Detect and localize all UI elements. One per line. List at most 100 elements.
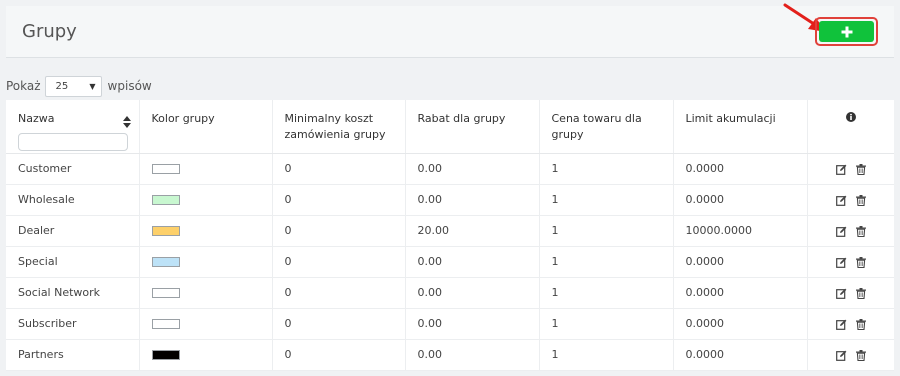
group-price: 1: [539, 339, 674, 371]
group-name: Dealer: [6, 215, 140, 247]
groups-table: Nazwa Kolor grupy Minimalny koszt zamówi…: [6, 100, 894, 371]
column-header-limit: Limit akumulacji: [673, 100, 808, 154]
color-swatch: [151, 226, 180, 236]
group-limit: 0.0000: [673, 153, 808, 185]
group-name: Partners: [6, 339, 140, 371]
group-limit: 10000.0000: [673, 215, 808, 247]
group-name: Wholesale: [6, 184, 140, 216]
column-header-price: Cena towaru dla grupy: [539, 100, 674, 154]
column-header-color: Kolor grupy: [139, 100, 273, 154]
group-price: 1: [539, 308, 674, 340]
page-header: Grupy: [6, 6, 894, 58]
group-color-cell: [139, 339, 273, 371]
row-actions: [807, 339, 894, 371]
page-length-control: Pokaż 25 ▼ wpisów: [6, 75, 152, 97]
group-min-order: 0: [272, 215, 406, 247]
column-header-min-order: Minimalny koszt zamówienia grupy: [272, 100, 406, 154]
group-name: Special: [6, 246, 140, 278]
trash-icon[interactable]: [856, 349, 866, 361]
table-row: Customer 0 0.00 1 0.0000: [6, 153, 894, 185]
color-swatch: [151, 257, 180, 267]
edit-icon[interactable]: [835, 164, 847, 175]
group-discount: 0.00: [405, 277, 540, 309]
group-min-order: 0: [272, 246, 406, 278]
page-length-value: 25: [55, 80, 69, 92]
group-min-order: 0: [272, 184, 406, 216]
group-color-cell: [139, 308, 273, 340]
length-prefix: Pokaż: [6, 79, 41, 93]
group-limit: 0.0000: [673, 277, 808, 309]
page-title: Grupy: [22, 21, 77, 42]
row-actions: [807, 308, 894, 340]
group-min-order: 0: [272, 153, 406, 185]
table-header-row: Nazwa Kolor grupy Minimalny koszt zamówi…: [6, 100, 894, 154]
group-limit: 0.0000: [673, 246, 808, 278]
color-swatch: [151, 350, 180, 360]
table-row: Wholesale 0 0.00 1 0.0000: [6, 184, 894, 216]
color-swatch: [151, 319, 180, 329]
group-limit: 0.0000: [673, 308, 808, 340]
name-search-input[interactable]: [18, 133, 128, 151]
group-discount: 0.00: [405, 308, 540, 340]
column-header-label: Nazwa: [18, 112, 55, 125]
group-min-order: 0: [272, 277, 406, 309]
add-group-button[interactable]: [819, 21, 874, 42]
page-length-select[interactable]: 25 ▼: [44, 75, 102, 97]
group-name: Customer: [6, 153, 140, 185]
plus-icon: [841, 26, 852, 37]
row-actions: [807, 246, 894, 278]
group-color-cell: [139, 153, 273, 185]
groups-table-panel: Nazwa Kolor grupy Minimalny koszt zamówi…: [6, 100, 894, 371]
group-color-cell: [139, 215, 273, 247]
group-name: Social Network: [6, 277, 140, 309]
add-button-highlight: [815, 17, 878, 46]
edit-icon[interactable]: [835, 195, 847, 206]
group-price: 1: [539, 215, 674, 247]
column-header-discount: Rabat dla grupy: [405, 100, 540, 154]
row-actions: [807, 277, 894, 309]
color-swatch: [151, 195, 180, 205]
group-name: Subscriber: [6, 308, 140, 340]
group-limit: 0.0000: [673, 339, 808, 371]
trash-icon[interactable]: [856, 163, 866, 175]
table-row: Special 0 0.00 1 0.0000: [6, 246, 894, 278]
sort-icon[interactable]: [122, 116, 131, 128]
group-price: 1: [539, 277, 674, 309]
group-discount: 0.00: [405, 184, 540, 216]
row-actions: [807, 215, 894, 247]
group-discount: 0.00: [405, 339, 540, 371]
table-row: Dealer 0 20.00 1 10000.0000: [6, 215, 894, 247]
info-icon: [845, 112, 856, 122]
column-header-actions: [807, 100, 894, 154]
color-swatch: [151, 288, 180, 298]
group-limit: 0.0000: [673, 184, 808, 216]
trash-icon[interactable]: [856, 194, 866, 206]
edit-icon[interactable]: [835, 350, 847, 361]
group-discount: 20.00: [405, 215, 540, 247]
table-row: Subscriber 0 0.00 1 0.0000: [6, 308, 894, 340]
trash-icon[interactable]: [856, 318, 866, 330]
group-discount: 0.00: [405, 246, 540, 278]
trash-icon[interactable]: [856, 256, 866, 268]
trash-icon[interactable]: [856, 287, 866, 299]
edit-icon[interactable]: [835, 257, 847, 268]
length-suffix: wpisów: [107, 79, 152, 93]
group-color-cell: [139, 277, 273, 309]
edit-icon[interactable]: [835, 226, 847, 237]
group-price: 1: [539, 246, 674, 278]
table-row: Social Network 0 0.00 1 0.0000: [6, 277, 894, 309]
edit-icon[interactable]: [835, 288, 847, 299]
table-row: Partners 0 0.00 1 0.0000: [6, 339, 894, 371]
group-color-cell: [139, 184, 273, 216]
group-color-cell: [139, 246, 273, 278]
group-price: 1: [539, 184, 674, 216]
trash-icon[interactable]: [856, 225, 866, 237]
group-min-order: 0: [272, 339, 406, 371]
group-price: 1: [539, 153, 674, 185]
edit-icon[interactable]: [835, 319, 847, 330]
row-actions: [807, 184, 894, 216]
group-discount: 0.00: [405, 153, 540, 185]
group-min-order: 0: [272, 308, 406, 340]
column-header-name[interactable]: Nazwa: [6, 100, 140, 154]
chevron-down-icon: ▼: [89, 81, 96, 91]
